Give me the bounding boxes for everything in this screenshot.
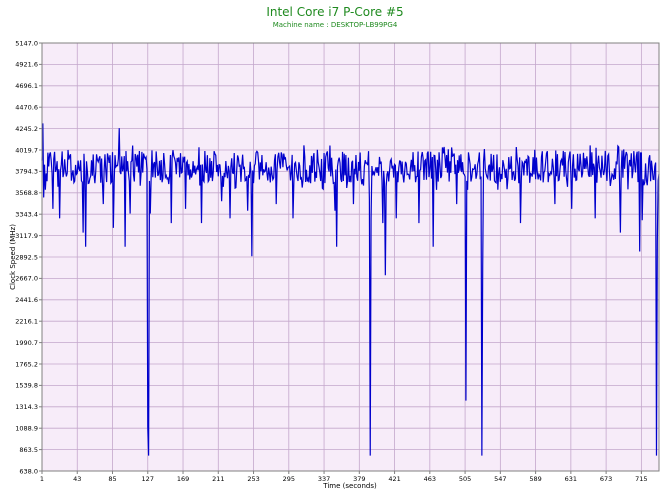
y-tick-label: 3343.4 — [15, 211, 38, 219]
y-tick-label: 1314.3 — [15, 403, 38, 411]
y-tick-label: 4470.6 — [15, 104, 38, 112]
x-axis-label: Time (seconds) — [322, 482, 377, 490]
y-tick-label: 2441.6 — [15, 296, 38, 304]
y-tick-label: 863.5 — [19, 446, 38, 454]
y-tick-label: 4696.1 — [15, 82, 38, 90]
x-tick-label: 463 — [424, 475, 436, 483]
x-tick-label: 127 — [142, 475, 154, 483]
x-tick-label: 169 — [177, 475, 189, 483]
chart-title: Intel Core i7 P-Core #5 — [266, 5, 403, 19]
y-tick-label: 3794.3 — [15, 168, 38, 176]
x-tick-label: 1 — [40, 475, 44, 483]
chart-subtitle: Machine name : DESKTOP-LB99PG4 — [273, 21, 398, 29]
y-tick-label: 1990.7 — [15, 339, 38, 347]
x-tick-label: 421 — [388, 475, 400, 483]
y-tick-label: 1539.8 — [15, 382, 38, 390]
y-tick-label: 3117.9 — [15, 232, 38, 240]
chart-svg: Intel Core i7 P-Core #5 Machine name : D… — [9, 5, 660, 490]
y-axis: 5147.0 4921.6 4696.1 4470.6 4245.2 4019.7 3794… — [15, 39, 42, 475]
x-tick-label: 715 — [635, 475, 647, 483]
y-tick-label: 4921.6 — [15, 61, 38, 69]
x-tick-label: 631 — [565, 475, 577, 483]
y-tick-label: 1765.2 — [15, 360, 38, 368]
y-tick-label: 2667.0 — [15, 275, 38, 283]
x-tick-label: 547 — [494, 475, 506, 483]
y-tick-label: 2216.1 — [15, 318, 38, 326]
x-tick-label: 589 — [529, 475, 541, 483]
x-tick-label: 295 — [283, 475, 295, 483]
x-tick-label: 85 — [108, 475, 116, 483]
y-tick-label: 638.0 — [19, 467, 38, 475]
grid — [41, 42, 659, 472]
y-tick-label: 4019.7 — [15, 146, 38, 154]
y-axis-label: Clock Speed (MHz) — [9, 224, 17, 290]
y-tick-label: 2892.5 — [15, 253, 38, 261]
x-tick-label: 43 — [73, 475, 81, 483]
x-tick-label: 211 — [212, 475, 224, 483]
y-tick-label: 5147.0 — [15, 39, 38, 47]
x-tick-label: 253 — [247, 475, 259, 483]
y-tick-label: 4245.2 — [15, 125, 38, 133]
y-tick-label: 3568.8 — [15, 189, 38, 197]
y-tick-label: 1088.9 — [15, 425, 38, 433]
x-tick-label: 673 — [600, 475, 612, 483]
x-tick-label: 505 — [459, 475, 471, 483]
